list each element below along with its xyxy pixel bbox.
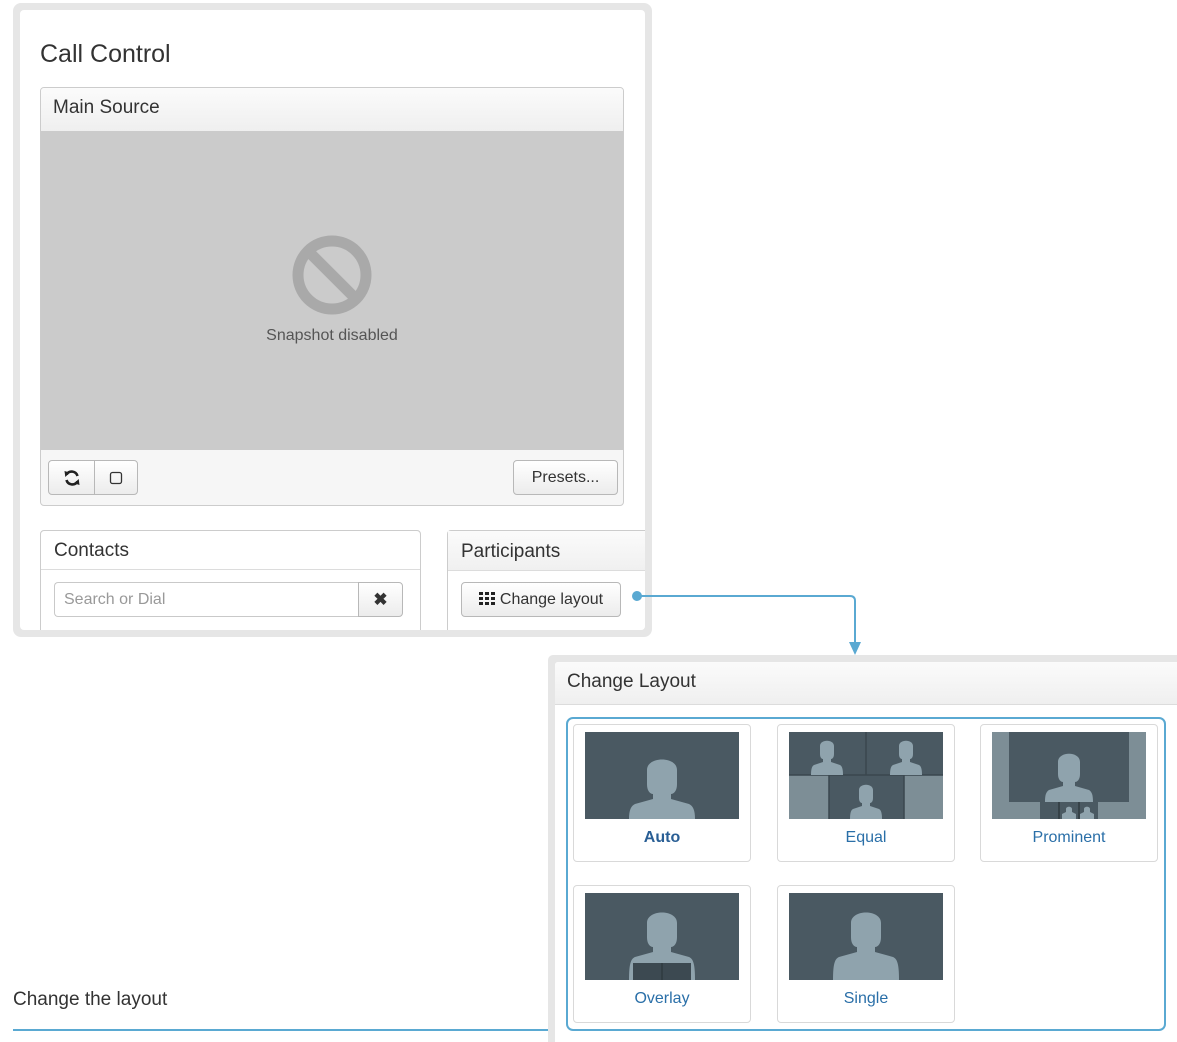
layout-option-equal[interactable]: Equal: [777, 724, 955, 862]
prominent-layout-thumbnail: [992, 732, 1146, 819]
equal-layout-thumbnail: [789, 732, 943, 819]
layout-option-auto[interactable]: Auto: [573, 724, 751, 862]
auto-layout-thumbnail: [585, 732, 739, 819]
layout-option-single[interactable]: Single: [777, 885, 955, 1023]
prominent-people-icon: [992, 732, 1146, 819]
overlay-layout-thumbnail: [585, 893, 739, 980]
layout-label-auto: Auto: [643, 829, 681, 846]
grid-people-icon: [789, 732, 943, 819]
single-layout-thumbnail: [789, 893, 943, 980]
change-layout-heading: Change Layout: [555, 662, 1177, 705]
layout-label-equal: Equal: [845, 829, 887, 846]
layout-label-overlay: Overlay: [634, 990, 690, 1007]
layout-label-single: Single: [843, 990, 889, 1007]
layout-option-prominent[interactable]: Prominent: [980, 724, 1158, 862]
layout-option-overlay[interactable]: Overlay: [573, 885, 751, 1023]
caption-text: Change the layout: [13, 989, 168, 1010]
person-icon: [833, 912, 899, 980]
overlay-people-icon: [629, 912, 695, 980]
person-icon: [629, 759, 695, 819]
layout-label-prominent: Prominent: [1032, 829, 1106, 846]
